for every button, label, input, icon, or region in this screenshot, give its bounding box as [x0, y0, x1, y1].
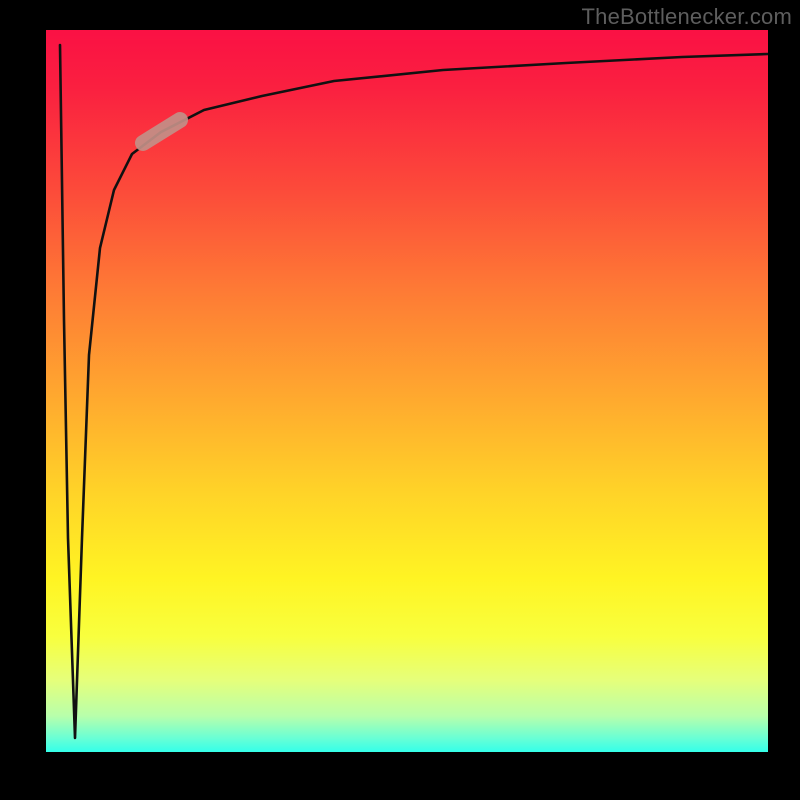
attribution-text: TheBottlenecker.com: [582, 4, 792, 30]
plot-area: [46, 30, 768, 752]
curve-svg: [46, 30, 768, 752]
bottleneck-curve: [60, 45, 768, 738]
highlight-marker: [143, 120, 180, 143]
chart-stage: TheBottlenecker.com: [0, 0, 800, 800]
